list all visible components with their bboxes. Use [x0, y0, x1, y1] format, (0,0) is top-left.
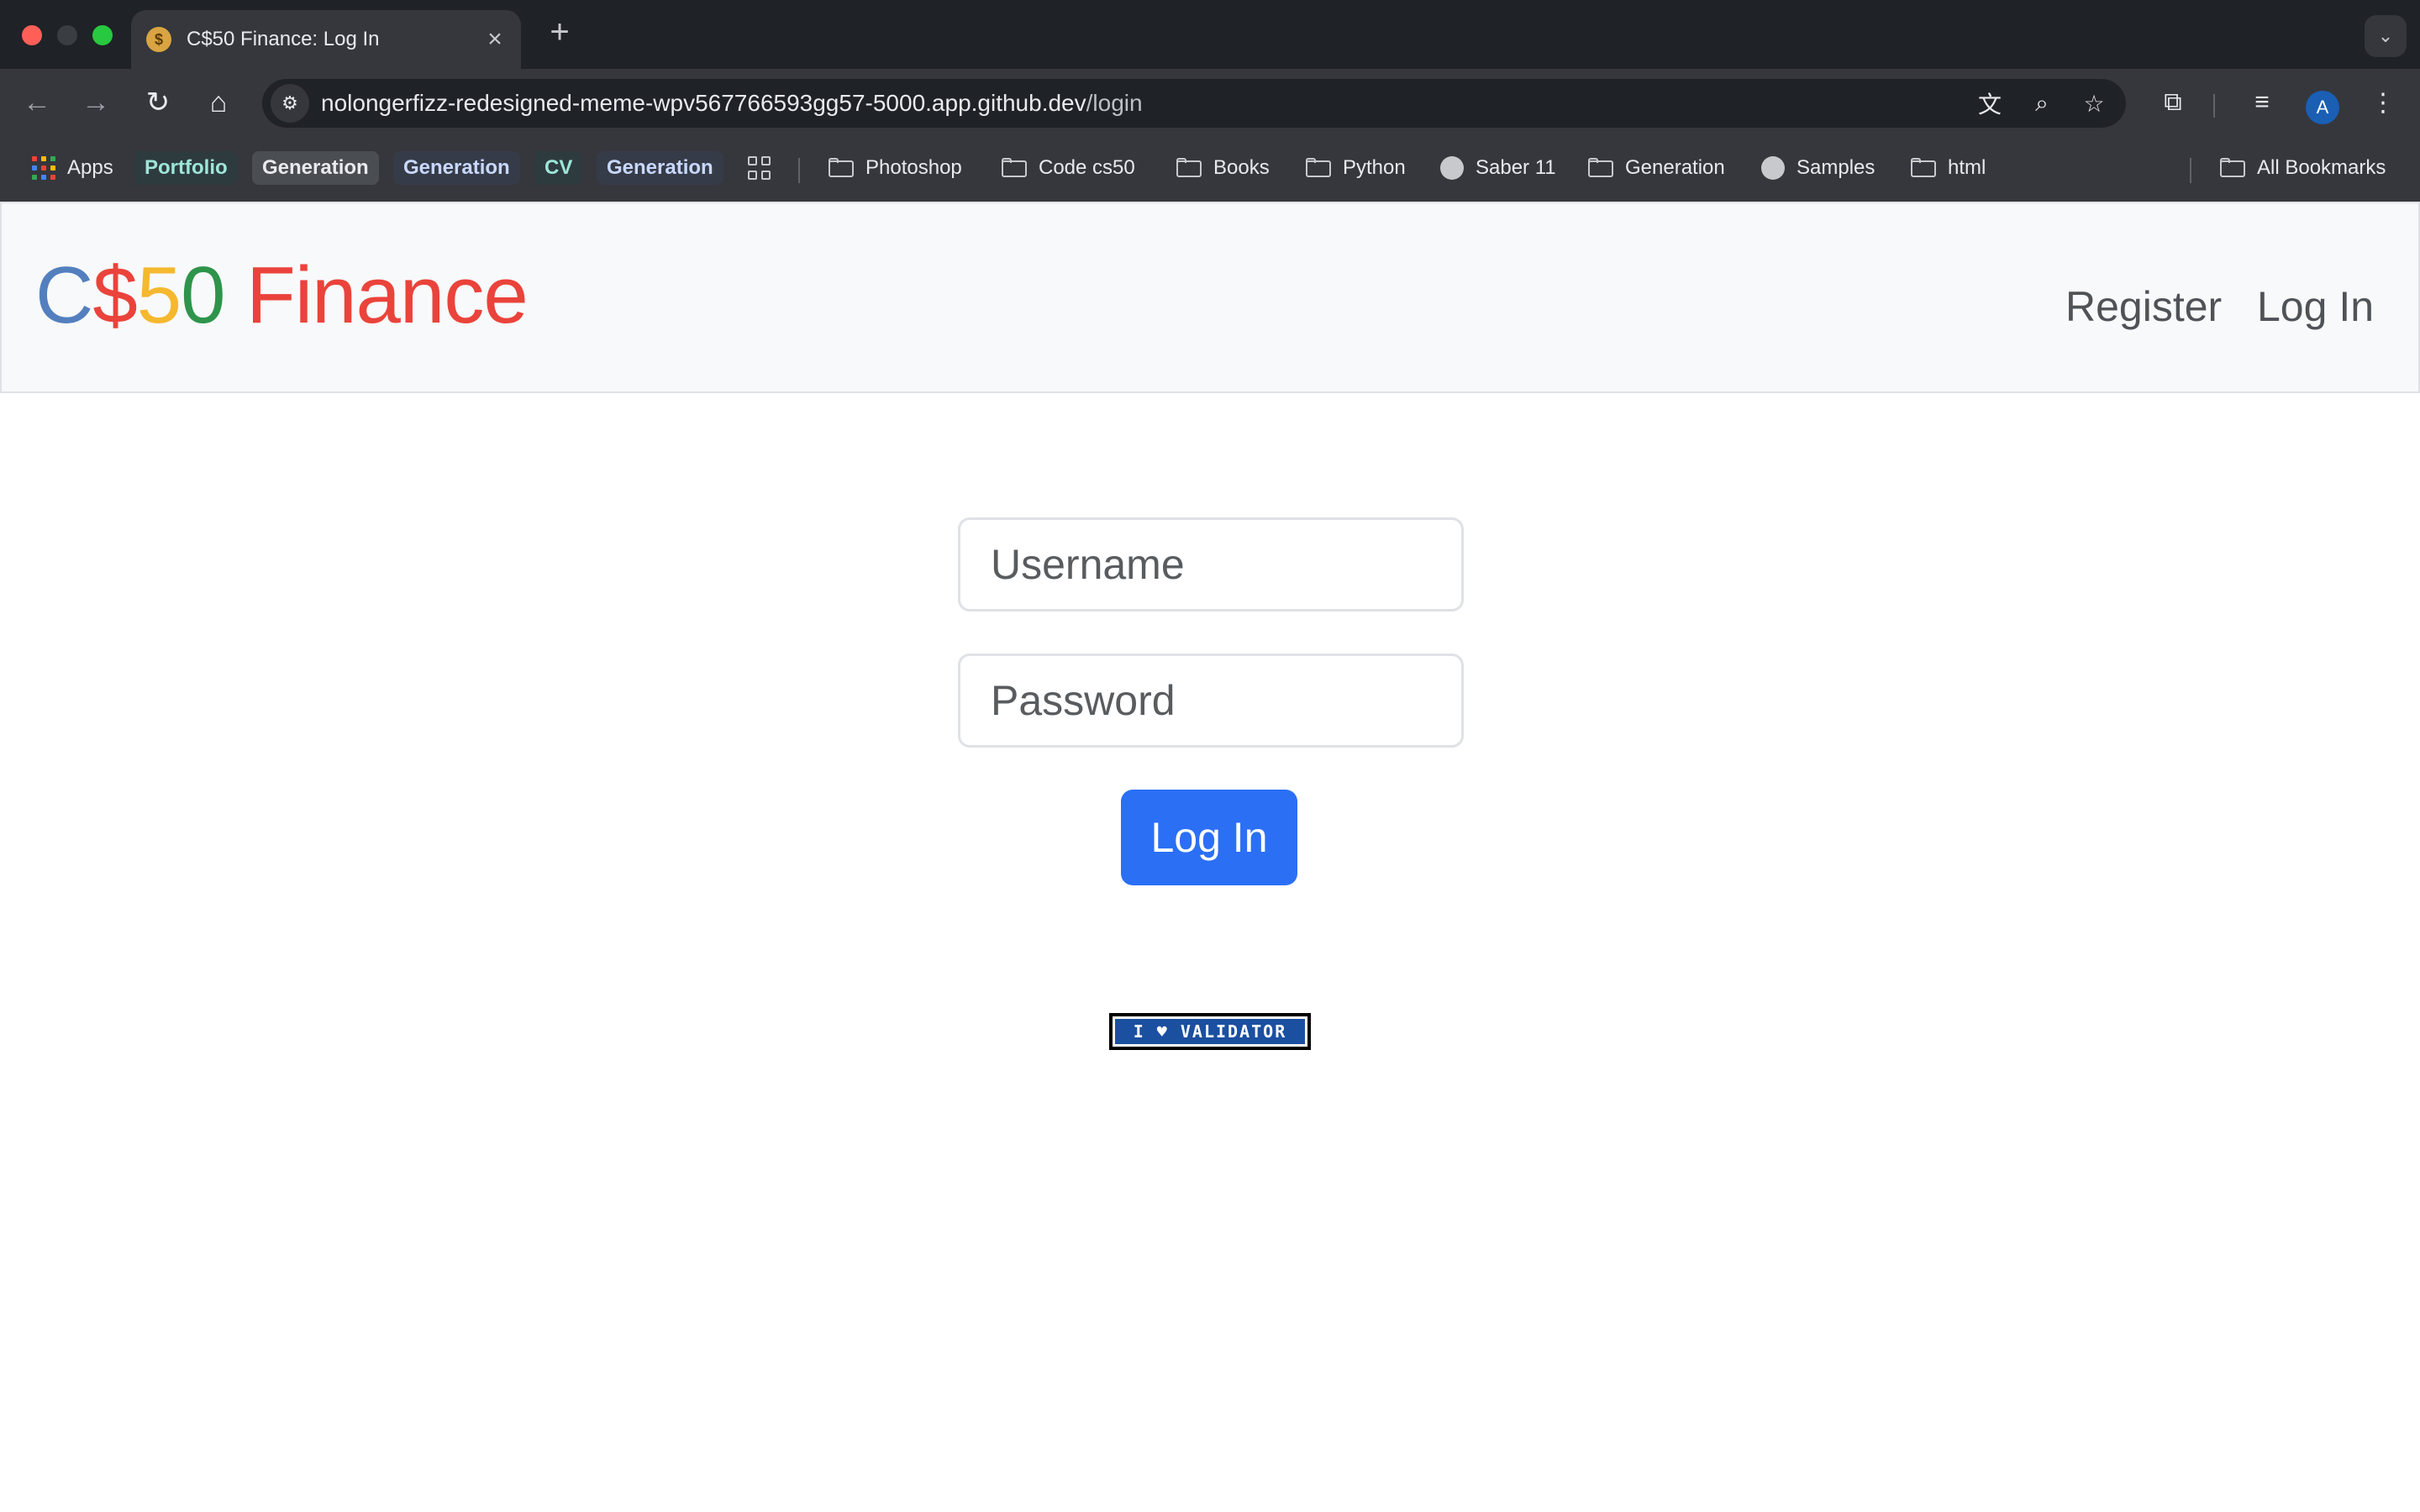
window-controls — [22, 25, 113, 45]
url-text[interactable]: nolongerfizz-redesigned-meme-wpv56776659… — [321, 90, 1970, 117]
folder-icon — [2220, 158, 2245, 178]
bookmark-generation-1[interactable]: Generation — [252, 151, 379, 185]
bookmark-label: Code cs50 — [1039, 156, 1135, 179]
translate-icon[interactable]: 文 — [1970, 83, 2010, 123]
forward-button[interactable]: → — [76, 82, 116, 123]
bookmark-label: Books — [1213, 156, 1270, 179]
browser-toolbar: ← → ↻ ⌂ ⚙ nolongerfizz-redesigned-meme-w… — [0, 69, 2420, 136]
extensions-icon[interactable]: ⧉ — [2153, 82, 2193, 123]
bookmark-label: All Bookmarks — [2257, 156, 2386, 179]
bookmark-folder-html[interactable]: html — [1911, 151, 1986, 185]
bookmark-label: Generation — [1625, 156, 1725, 179]
bookmarks-divider — [798, 158, 800, 183]
tab-title: C$50 Finance: Log In — [187, 28, 380, 50]
password-input[interactable] — [958, 654, 1464, 748]
bookmark-folder-photoshop[interactable]: Photoshop — [829, 151, 962, 185]
toolbar-divider — [2213, 94, 2215, 118]
folder-icon — [1176, 158, 1202, 178]
bookmark-folder-python[interactable]: Python — [1306, 151, 1406, 185]
browser-menu-icon[interactable]: ⋮ — [2363, 82, 2403, 123]
zoom-icon[interactable]: ⌕ — [2022, 83, 2062, 123]
folder-icon — [1002, 158, 1027, 178]
validator-badge[interactable]: I ♥ VALIDATOR — [1109, 1013, 1311, 1050]
bookmark-generation-3[interactable]: Generation — [597, 151, 723, 185]
username-input[interactable] — [958, 517, 1464, 612]
bookmark-cv[interactable]: CV — [534, 151, 583, 185]
brand-five: 5 — [136, 250, 182, 340]
web-page: C$50 Finance Register Log In Log In I ♥ … — [0, 202, 2420, 1512]
address-bar[interactable]: ⚙ nolongerfizz-redesigned-meme-wpv567766… — [262, 79, 2126, 128]
url-path: /login — [1086, 90, 1143, 116]
bookmark-apps-label: Apps — [67, 156, 113, 179]
login-submit-button[interactable]: Log In — [1121, 790, 1297, 885]
brand-logo-link[interactable]: C$50 Finance — [35, 255, 529, 336]
bookmark-generation-2[interactable]: Generation — [393, 151, 520, 185]
window-maximize-button[interactable] — [92, 25, 113, 45]
login-form — [958, 517, 1464, 790]
nav-register-link[interactable]: Register — [2065, 282, 2222, 331]
bookmark-folder-generation[interactable]: Generation — [1588, 151, 1725, 185]
reload-button[interactable]: ↻ — [138, 82, 178, 123]
profile-avatar[interactable]: A — [2306, 91, 2339, 124]
media-controls-icon[interactable]: ≡ — [2242, 82, 2282, 123]
globe-icon — [1440, 156, 1464, 180]
bookmark-label: Saber 11 — [1476, 156, 1556, 179]
validator-badge-text: I ♥ VALIDATOR — [1115, 1019, 1305, 1044]
bookmark-star-icon[interactable]: ☆ — [2074, 83, 2114, 123]
tab-strip: $ C$50 Finance: Log In × + ⌄ — [0, 0, 2420, 69]
site-info-icon[interactable]: ⚙ — [271, 84, 309, 123]
brand-finance: Finance — [224, 250, 529, 340]
new-tab-button[interactable]: + — [541, 13, 578, 50]
bookmark-folder-books[interactable]: Books — [1176, 151, 1270, 185]
folder-icon — [1306, 158, 1331, 178]
folder-icon — [1588, 158, 1613, 178]
nav-login-link[interactable]: Log In — [2257, 282, 2374, 331]
folder-icon — [829, 158, 854, 178]
bookmarks-divider — [2190, 158, 2191, 183]
window-minimize-button[interactable] — [57, 25, 77, 45]
bookmark-label: Photoshop — [865, 156, 962, 179]
site-navbar: C$50 Finance Register Log In — [0, 202, 2420, 393]
folder-icon — [1911, 158, 1936, 178]
tab-close-icon[interactable]: × — [482, 25, 508, 53]
tab-groups-icon — [748, 156, 771, 180]
bookmark-apps[interactable]: Apps — [32, 151, 113, 185]
bookmark-folder-code-cs50[interactable]: Code cs50 — [1002, 151, 1135, 185]
bookmark-tab-groups[interactable] — [748, 151, 771, 185]
brand-zero: 0 — [181, 250, 225, 340]
bookmark-all-bookmarks[interactable]: All Bookmarks — [2220, 151, 2386, 185]
bookmark-portfolio[interactable]: Portfolio — [134, 151, 238, 185]
active-tab[interactable]: $ C$50 Finance: Log In × — [131, 10, 521, 69]
bookmark-saber-11[interactable]: Saber 11 — [1440, 151, 1556, 185]
brand-dollar: $ — [92, 250, 137, 340]
bookmark-samples[interactable]: Samples — [1761, 151, 1875, 185]
money-bag-icon: $ — [146, 27, 171, 52]
url-host: nolongerfizz-redesigned-meme-wpv56776659… — [321, 90, 1086, 116]
back-button[interactable]: ← — [17, 82, 57, 123]
home-button[interactable]: ⌂ — [198, 82, 239, 123]
bookmark-label: Samples — [1797, 156, 1876, 179]
bookmark-label: Python — [1343, 156, 1406, 179]
bookmarks-bar: Apps Portfolio Generation Generation CV … — [0, 136, 2420, 202]
apps-grid-icon — [32, 156, 55, 180]
globe-icon — [1761, 156, 1785, 180]
tab-search-button[interactable]: ⌄ — [2365, 15, 2407, 57]
bookmark-label: html — [1948, 156, 1986, 179]
brand-c: C — [35, 250, 93, 340]
window-close-button[interactable] — [22, 25, 42, 45]
browser-window: $ C$50 Finance: Log In × + ⌄ ← → ↻ ⌂ ⚙ n… — [0, 0, 2420, 1512]
